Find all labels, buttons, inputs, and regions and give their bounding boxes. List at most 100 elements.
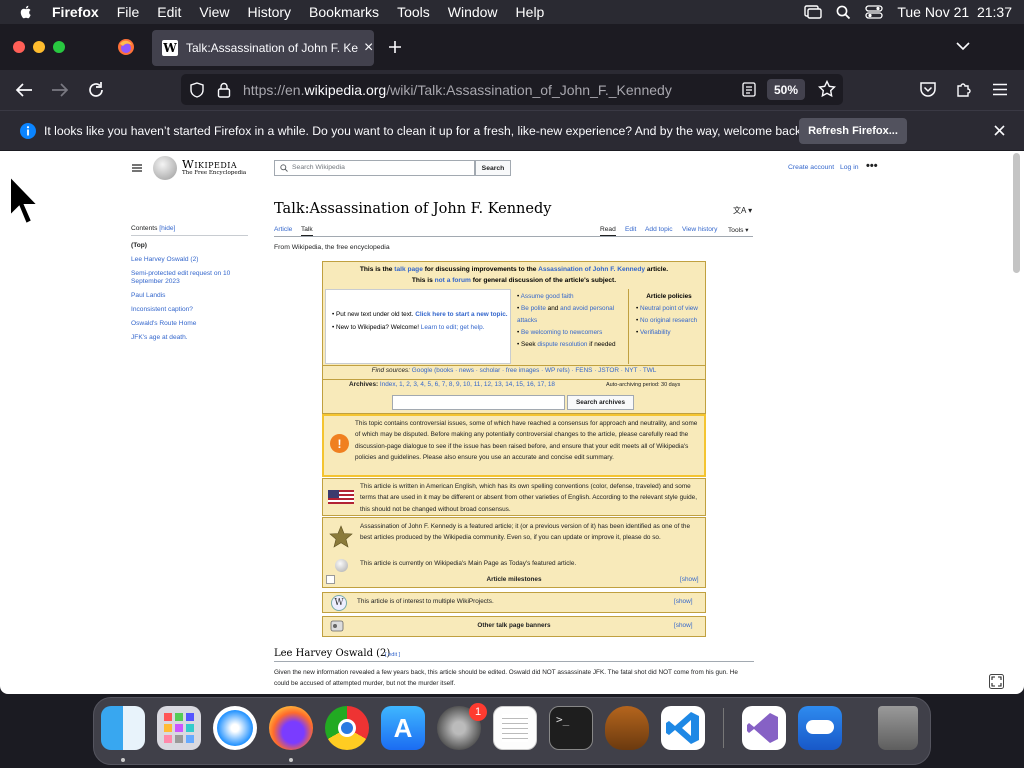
- pocket-icon[interactable]: [919, 81, 937, 98]
- toc-item-jfk-age[interactable]: JFK's age at death.: [131, 334, 248, 342]
- search-archives-button[interactable]: Search archives: [567, 395, 634, 410]
- click-here-link[interactable]: Click here to start a new topic.: [415, 311, 507, 318]
- garageband-icon[interactable]: [605, 706, 649, 750]
- control-center-icon[interactable]: [865, 5, 883, 19]
- tab-read[interactable]: Read: [600, 226, 616, 236]
- hamburger-menu-icon[interactable]: [992, 83, 1008, 96]
- find-sources-links[interactable]: Google (books · news · scholar · free im…: [412, 367, 657, 374]
- toc-item-paul-landis[interactable]: Paul Landis: [131, 292, 248, 300]
- archive-links[interactable]: Index, 1, 2, 3, 4, 5, 6, 7, 8, 9, 10, 11…: [380, 381, 555, 388]
- menu-file[interactable]: File: [117, 4, 140, 20]
- menu-window[interactable]: Window: [448, 4, 498, 20]
- section-edit-link[interactable]: [ edit ]: [385, 652, 400, 658]
- tab-edit[interactable]: Edit: [625, 226, 636, 233]
- contents-hide-link[interactable]: [hide]: [159, 225, 175, 232]
- toc-item-inconsistent-caption[interactable]: Inconsistent caption?: [131, 306, 248, 314]
- tab-add-topic[interactable]: Add topic: [645, 226, 673, 233]
- toc-item-lee-harvey-oswald[interactable]: Lee Harvey Oswald (2): [131, 256, 248, 264]
- app-store-icon[interactable]: A: [381, 706, 425, 750]
- chrome-icon[interactable]: [325, 706, 369, 750]
- textedit-icon[interactable]: [493, 706, 537, 750]
- tip-good-faith[interactable]: Assume good faith: [521, 293, 574, 300]
- minimize-window-button[interactable]: [33, 41, 45, 53]
- tracking-protection-shield-icon[interactable]: [189, 81, 205, 98]
- lock-icon[interactable]: [217, 82, 231, 98]
- policy-verifiability[interactable]: Verifiability: [640, 329, 671, 336]
- login-link[interactable]: Log in: [840, 164, 859, 171]
- toc-item-oswalds-route[interactable]: Oswald's Route Home: [131, 320, 248, 328]
- controversial-text: This topic contains controversial issues…: [355, 420, 698, 461]
- more-options-icon[interactable]: •••: [866, 160, 878, 172]
- menu-history[interactable]: History: [247, 4, 291, 20]
- spotlight-search-icon[interactable]: [836, 5, 851, 20]
- toc-item-top[interactable]: (Top): [131, 242, 248, 250]
- weather-icon[interactable]: [798, 706, 842, 750]
- main-menu-icon[interactable]: [132, 164, 142, 172]
- archive-search-input[interactable]: [392, 395, 565, 410]
- tab-close-icon[interactable]: ×: [364, 39, 373, 57]
- zoom-window-button[interactable]: [53, 41, 65, 53]
- finder-icon[interactable]: [101, 706, 145, 750]
- other-banners-show-link[interactable]: [show]: [674, 622, 692, 629]
- list-all-tabs-icon[interactable]: [956, 41, 970, 51]
- wikipedia-globe-logo[interactable]: [153, 156, 177, 180]
- fullscreen-icon[interactable]: [989, 674, 1004, 689]
- not-a-forum-link[interactable]: not a forum: [435, 277, 471, 284]
- app-menu[interactable]: Firefox: [52, 4, 99, 20]
- menu-tools[interactable]: Tools: [397, 4, 430, 20]
- menu-edit[interactable]: Edit: [157, 4, 181, 20]
- language-icon[interactable]: 文A ▾: [733, 205, 752, 216]
- new-tab-icon[interactable]: [388, 40, 402, 54]
- url-bar[interactable]: https://en.wikipedia.org/wiki/Talk:Assas…: [181, 74, 843, 105]
- tab-active[interactable]: W Talk:Assassination of John F. Ke ×: [152, 30, 374, 66]
- safari-icon[interactable]: [213, 706, 257, 750]
- terminal-icon[interactable]: >_: [549, 706, 593, 750]
- refresh-firefox-button[interactable]: Refresh Firefox...: [799, 118, 907, 144]
- menubar-clock[interactable]: Tue Nov 21 21:37: [897, 4, 1012, 20]
- close-notification-icon[interactable]: [994, 125, 1005, 136]
- tip-dispute-resolution[interactable]: dispute resolution: [537, 341, 587, 348]
- learn-to-edit-link[interactable]: Learn to edit; get help.: [421, 324, 485, 331]
- reload-icon[interactable]: [87, 81, 105, 99]
- policy-no-original[interactable]: No original research: [640, 317, 697, 324]
- tools-menu[interactable]: Tools ▾: [728, 226, 749, 234]
- tab-talk[interactable]: Talk: [301, 226, 313, 236]
- close-window-button[interactable]: [13, 41, 25, 53]
- search-button[interactable]: Search: [475, 160, 511, 176]
- menu-bookmarks[interactable]: Bookmarks: [309, 4, 379, 20]
- firefox-view-icon[interactable]: [117, 38, 135, 56]
- wikipedia-wordmark[interactable]: Wikipedia: [182, 157, 237, 171]
- screen-mirroring-icon[interactable]: [804, 5, 823, 19]
- page-scrollbar-thumb[interactable]: [1013, 153, 1020, 273]
- back-icon[interactable]: [15, 82, 33, 98]
- zoom-level-button[interactable]: 50%: [767, 79, 805, 100]
- wikiprojects-show-link[interactable]: [show]: [674, 598, 692, 605]
- milestones-show-link[interactable]: [show]: [680, 576, 698, 583]
- tip-welcoming[interactable]: Be welcoming to newcomers: [521, 329, 602, 336]
- forward-icon[interactable]: [51, 82, 69, 98]
- url-text[interactable]: https://en.wikipedia.org/wiki/Talk:Assas…: [243, 82, 672, 98]
- vscode-icon[interactable]: [661, 706, 705, 750]
- visual-studio-icon[interactable]: [742, 706, 786, 750]
- bookmark-star-icon[interactable]: [818, 80, 836, 98]
- toc-item-semi-protected[interactable]: Semi-protected edit request on 10 Septem…: [131, 270, 248, 286]
- reader-view-icon[interactable]: [742, 82, 756, 97]
- launchpad-icon[interactable]: [157, 706, 201, 750]
- search-input[interactable]: Search Wikipedia: [274, 160, 475, 176]
- article-link[interactable]: Assassination of John F. Kennedy: [538, 266, 645, 273]
- menu-help[interactable]: Help: [516, 4, 545, 20]
- trash-icon[interactable]: [878, 706, 918, 750]
- tip-be-polite[interactable]: Be polite: [521, 305, 546, 312]
- extensions-icon[interactable]: [955, 80, 973, 98]
- archives-label: Archives:: [349, 381, 379, 388]
- page-viewport[interactable]: Wikipedia The Free Encyclopedia Search W…: [0, 151, 1024, 694]
- tab-article[interactable]: Article: [274, 226, 292, 233]
- create-account-link[interactable]: Create account: [788, 164, 834, 171]
- menu-view[interactable]: View: [199, 4, 229, 20]
- firefox-icon[interactable]: [269, 706, 313, 750]
- tab-view-history[interactable]: View history: [682, 226, 717, 233]
- policy-npov[interactable]: Neutral point of view: [640, 305, 698, 312]
- intro-b: for discussing improvements to the: [422, 266, 539, 273]
- talk-page-link[interactable]: talk page: [394, 266, 423, 273]
- apple-icon[interactable]: [18, 4, 34, 20]
